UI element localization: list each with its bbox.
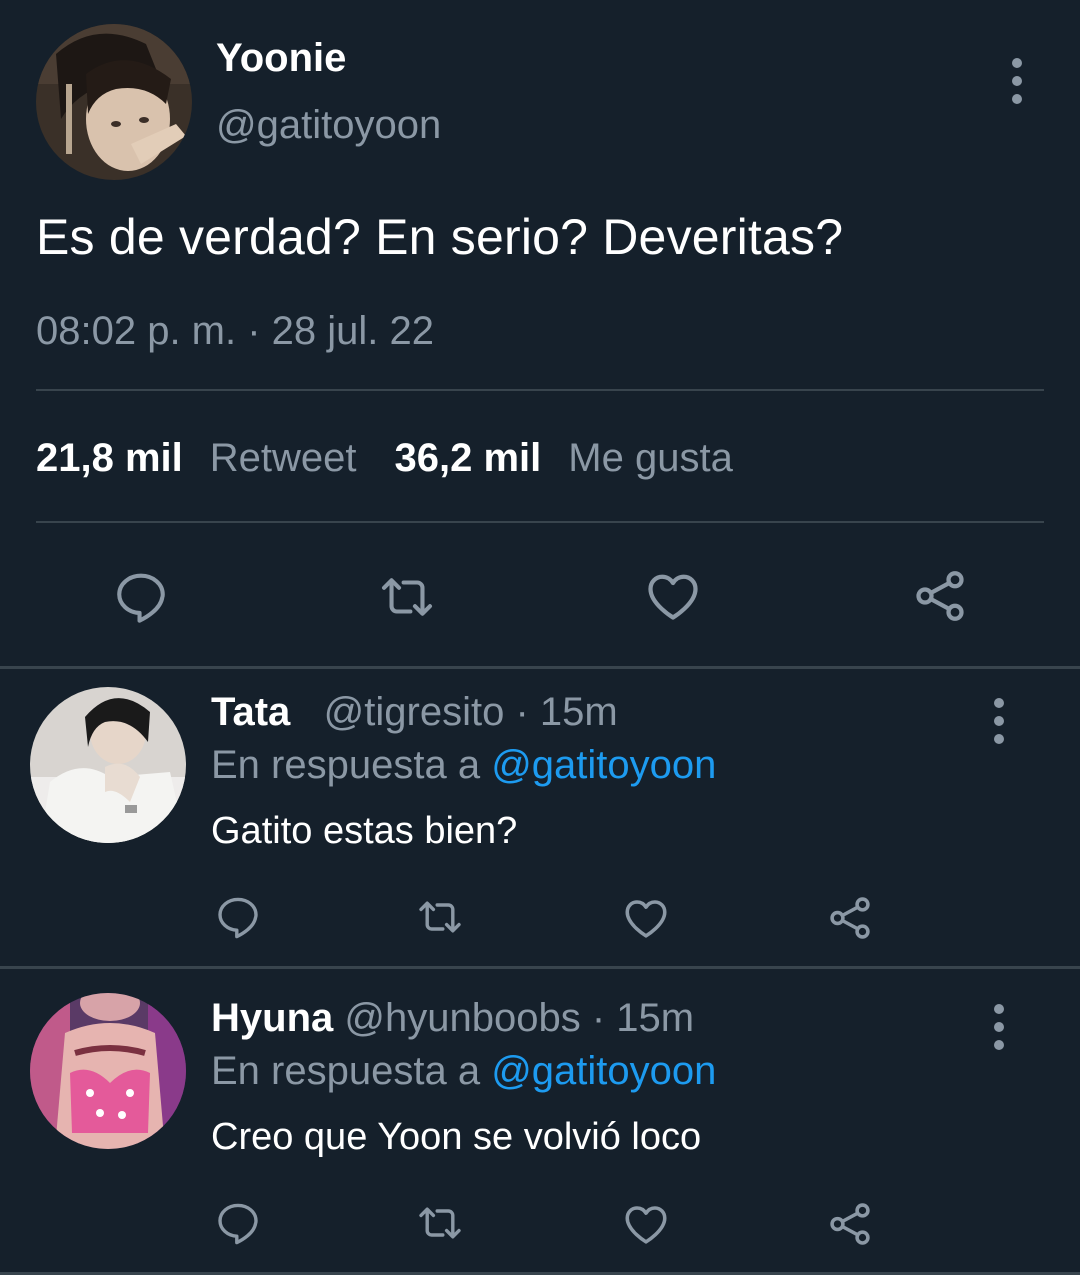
more-options-icon[interactable] [1002,58,1032,104]
share-icon[interactable] [825,893,875,943]
reply-text: Creo que Yoon se volvió loco [211,1116,702,1158]
share-icon[interactable] [825,1199,875,1249]
reply-avatar[interactable] [30,687,186,843]
more-options-icon[interactable] [984,1004,1014,1050]
author-handle[interactable]: @gatitoyoon [216,103,441,148]
author-avatar[interactable] [36,24,192,180]
reply-context: En respuesta a @gatitoyoon [211,743,716,788]
reply-display-name[interactable]: Tata [211,690,290,734]
retweets-count[interactable]: 21,8 mil [36,436,183,481]
author-display-name[interactable]: Yoonie [216,36,346,81]
reply-header: Tata @tigresito · 15m [211,690,618,735]
divider [0,966,1080,969]
reply-icon[interactable] [214,893,262,941]
tweet-stats: 21,8 mil Retweet 36,2 mil Me gusta [36,436,733,481]
reply-display-name[interactable]: Hyuna [211,996,333,1040]
meta-separator: · [591,996,606,1040]
divider [0,666,1080,669]
reply-time[interactable]: 15m [616,996,694,1040]
reply-handle[interactable]: @tigresito [324,690,505,734]
reply-text: Gatito estas bien? [211,810,518,852]
reply-mention-link[interactable]: @gatitoyoon [491,743,716,787]
divider [36,389,1044,391]
reply-handle[interactable]: @hyunboobs [344,996,580,1040]
reply-prefix: En respuesta a [211,1049,481,1093]
likes-count[interactable]: 36,2 mil [395,436,542,481]
reply-icon[interactable] [214,1199,262,1247]
reply-header: Hyuna @hyunboobs · 15m [211,996,694,1041]
like-icon[interactable] [621,1199,671,1249]
retweet-icon[interactable] [376,568,438,626]
likes-label[interactable]: Me gusta [568,436,733,481]
reply-icon[interactable] [112,568,170,626]
tweet-text: Es de verdad? En serio? Deveritas? [36,209,844,265]
tweet-thread-screen: Yoonie @gatitoyoon Es de verdad? En seri… [0,0,1080,1275]
reply-avatar[interactable] [30,993,186,1149]
share-icon[interactable] [910,566,970,626]
reply-prefix: En respuesta a [211,743,481,787]
divider [36,521,1044,523]
retweets-label[interactable]: Retweet [210,436,357,481]
tweet-timestamp[interactable]: 08:02 p. m. · 28 jul. 22 [36,309,434,354]
more-options-icon[interactable] [984,698,1014,744]
like-icon[interactable] [621,893,671,943]
reply-context: En respuesta a @gatitoyoon [211,1049,716,1094]
like-icon[interactable] [643,566,703,626]
retweet-icon[interactable] [414,1199,466,1247]
reply-mention-link[interactable]: @gatitoyoon [491,1049,716,1093]
retweet-icon[interactable] [414,893,466,941]
reply-time[interactable]: 15m [540,690,618,734]
meta-separator: · [515,690,529,734]
